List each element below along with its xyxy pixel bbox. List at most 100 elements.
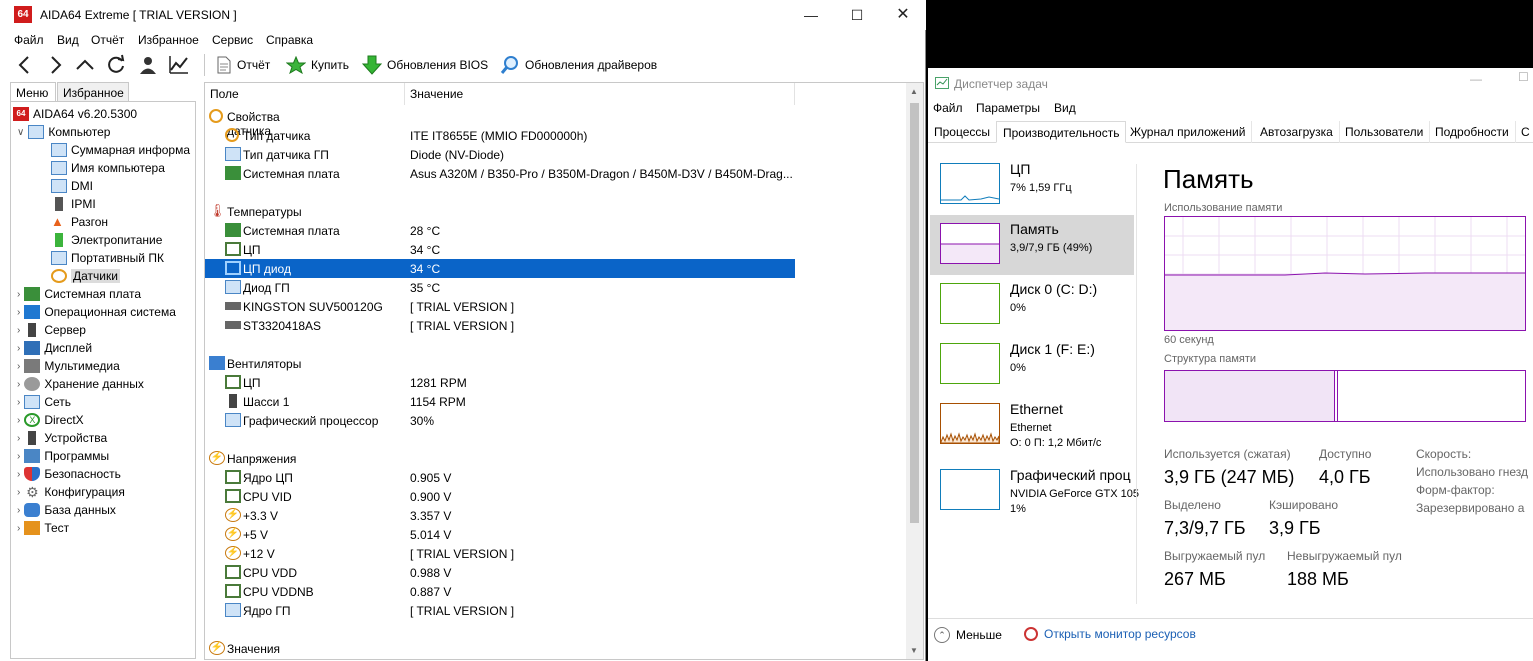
tab-app-history[interactable]: Журнал приложений: [1124, 121, 1253, 143]
tm-menu-options[interactable]: Параметры: [976, 101, 1040, 115]
table-row[interactable]: Графический процессор 30%: [205, 411, 795, 430]
perf-item-ethernet[interactable]: Ethernet Ethernet О: 0 П: 1,2 Мбит/с: [930, 395, 1134, 455]
table-row[interactable]: Диод ГП 35 °C: [205, 278, 795, 297]
table-row[interactable]: Ядро ГП [ TRIAL VERSION ]: [205, 601, 795, 620]
tab-processes[interactable]: Процессы: [928, 121, 998, 143]
minimize-button[interactable]: —: [788, 0, 834, 30]
driver-update-button[interactable]: Обновления драйверов: [500, 55, 657, 75]
table-row[interactable]: Тип датчика ГП Diode (NV-Diode): [205, 145, 795, 164]
tree-section-motherboard[interactable]: › Системная плата: [17, 285, 141, 303]
table-row[interactable]: ST3320418AS [ TRIAL VERSION ]: [205, 316, 795, 335]
tree-item-dmi[interactable]: DMI: [51, 177, 93, 195]
tree-section-directx[interactable]: › X DirectX: [17, 411, 84, 429]
tree-section-security[interactable]: › Безопасность: [17, 465, 121, 483]
fewer-details-button[interactable]: ⌃ Меньше: [934, 627, 1002, 643]
back-icon[interactable]: [12, 52, 38, 78]
table-row[interactable]: Системная плата 28 °C: [205, 221, 795, 240]
tab-services[interactable]: С: [1515, 121, 1533, 143]
refresh-icon[interactable]: [103, 52, 129, 78]
close-button[interactable]: ✕: [880, 0, 926, 30]
column-header-field[interactable]: Поле: [205, 83, 405, 105]
star-icon: [286, 56, 306, 74]
field-cell: ЦП диод: [243, 262, 291, 276]
tree-item-power[interactable]: Электропитание: [51, 231, 162, 249]
table-row[interactable]: ⚡ +3.3 V 3.357 V: [205, 506, 795, 525]
table-row[interactable]: CPU VDDNB 0.887 V: [205, 582, 795, 601]
tree-section-multimedia[interactable]: › Мультимедиа: [17, 357, 120, 375]
table-row[interactable]: ЦП 34 °C: [205, 240, 795, 259]
table-row[interactable]: ЦП 1281 RPM: [205, 373, 795, 392]
tab-details[interactable]: Подробности: [1429, 121, 1516, 143]
tree-section-database[interactable]: › База данных: [17, 501, 116, 519]
tree-item-laptop[interactable]: Портативный ПК: [51, 249, 164, 267]
table-row[interactable]: Шасси 1 1154 RPM: [205, 392, 795, 411]
tab-favorites[interactable]: Избранное: [57, 82, 129, 102]
tree-root[interactable]: 64 AIDA64 v6.20.5300: [13, 105, 137, 123]
display-icon: [24, 341, 41, 355]
tree-section-test[interactable]: › Тест: [17, 519, 69, 537]
up-icon[interactable]: [72, 52, 98, 78]
table-row[interactable]: Тип датчика ITE IT8655E (MMIO FD000000h): [205, 126, 795, 145]
chart-icon[interactable]: [166, 52, 192, 78]
menu-favorites[interactable]: Избранное: [138, 33, 199, 47]
table-row[interactable]: ⚡ +12 V [ TRIAL VERSION ]: [205, 544, 795, 563]
tab-menu[interactable]: Меню: [10, 82, 56, 102]
paged-pool-value: 267 МБ: [1164, 569, 1226, 589]
gpu-icon: [225, 603, 241, 617]
tree-section-os[interactable]: › Операционная система: [17, 303, 176, 321]
menu-help[interactable]: Справка: [266, 33, 313, 47]
table-row[interactable]: Ядро ЦП 0.905 V: [205, 468, 795, 487]
tree-section-devices[interactable]: › Устройства: [17, 429, 107, 447]
tree-item-sensors[interactable]: Датчики: [51, 267, 120, 285]
tree-item-computer-name[interactable]: Имя компьютера: [51, 159, 165, 177]
maximize-button[interactable]: ☐: [834, 0, 880, 30]
menu-view[interactable]: Вид: [57, 33, 79, 47]
tree-item-overclock[interactable]: ▲ Разгон: [51, 213, 108, 231]
tm-menu-view[interactable]: Вид: [1054, 101, 1076, 115]
menu-file[interactable]: Файл: [14, 33, 44, 47]
tab-startup[interactable]: Автозагрузка: [1254, 121, 1340, 143]
menu-service[interactable]: Сервис: [212, 33, 253, 47]
menu-report[interactable]: Отчёт: [91, 33, 124, 47]
perf-item-disk0[interactable]: Диск 0 (C: D:) 0%: [930, 275, 1134, 335]
scroll-up-icon[interactable]: ▲: [910, 87, 918, 96]
table-row-selected[interactable]: ЦП диод 34 °C: [205, 259, 795, 278]
user-icon[interactable]: [135, 52, 161, 78]
tree-section-network[interactable]: › Сеть: [17, 393, 71, 411]
maximize-button[interactable]: ☐: [1518, 70, 1529, 84]
table-row[interactable]: KINGSTON SUV500120G [ TRIAL VERSION ]: [205, 297, 795, 316]
tree-section-storage[interactable]: › Хранение данных: [17, 375, 144, 393]
task-manager-title: Диспетчер задач: [954, 77, 1048, 91]
scrollbar-thumb[interactable]: [910, 103, 919, 523]
minimize-button[interactable]: —: [1470, 72, 1482, 86]
forward-icon[interactable]: [42, 52, 68, 78]
tree-section-display[interactable]: › Дисплей: [17, 339, 92, 357]
tab-performance[interactable]: Производительность: [996, 121, 1127, 143]
tree-section-config[interactable]: › ⚙ Конфигурация: [17, 483, 125, 501]
perf-item-gpu[interactable]: Графический проц NVIDIA GeForce GTX 105 …: [930, 461, 1139, 527]
table-row[interactable]: CPU VID 0.900 V: [205, 487, 795, 506]
committed-label: Выделено: [1164, 498, 1221, 512]
tm-menu-file[interactable]: Файл: [933, 101, 963, 115]
expand-down-icon: ∨: [17, 126, 25, 138]
table-row[interactable]: ⚡ +5 V 5.014 V: [205, 525, 795, 544]
scroll-down-icon[interactable]: ▼: [910, 646, 918, 655]
perf-item-memory[interactable]: Память 3,9/7,9 ГБ (49%): [930, 215, 1134, 275]
vertical-scrollbar[interactable]: ▲ ▼: [906, 83, 923, 659]
tree-item-summary[interactable]: Суммарная информа: [51, 141, 190, 159]
tab-users[interactable]: Пользователи: [1339, 121, 1431, 143]
perf-item-disk1[interactable]: Диск 1 (F: E:) 0%: [930, 335, 1134, 395]
table-row[interactable]: Системная плата Asus A320M / B350-Pro / B…: [205, 164, 795, 183]
tree-section-programs[interactable]: › Программы: [17, 447, 109, 465]
column-header-value[interactable]: Значение: [405, 83, 795, 105]
download-arrow-icon: [362, 55, 382, 75]
report-button[interactable]: Отчёт: [216, 55, 270, 75]
tree-computer[interactable]: ∨ Компьютер: [17, 123, 110, 141]
resource-monitor-link[interactable]: Открыть монитор ресурсов: [1024, 627, 1196, 641]
buy-button[interactable]: Купить: [286, 55, 349, 75]
perf-item-cpu[interactable]: ЦП 7% 1,59 ГГц: [930, 155, 1134, 215]
tree-section-server[interactable]: › Сервер: [17, 321, 86, 339]
tree-item-ipmi[interactable]: IPMI: [51, 195, 96, 213]
table-row[interactable]: CPU VDD 0.988 V: [205, 563, 795, 582]
bios-update-button[interactable]: Обновления BIOS: [362, 55, 488, 75]
